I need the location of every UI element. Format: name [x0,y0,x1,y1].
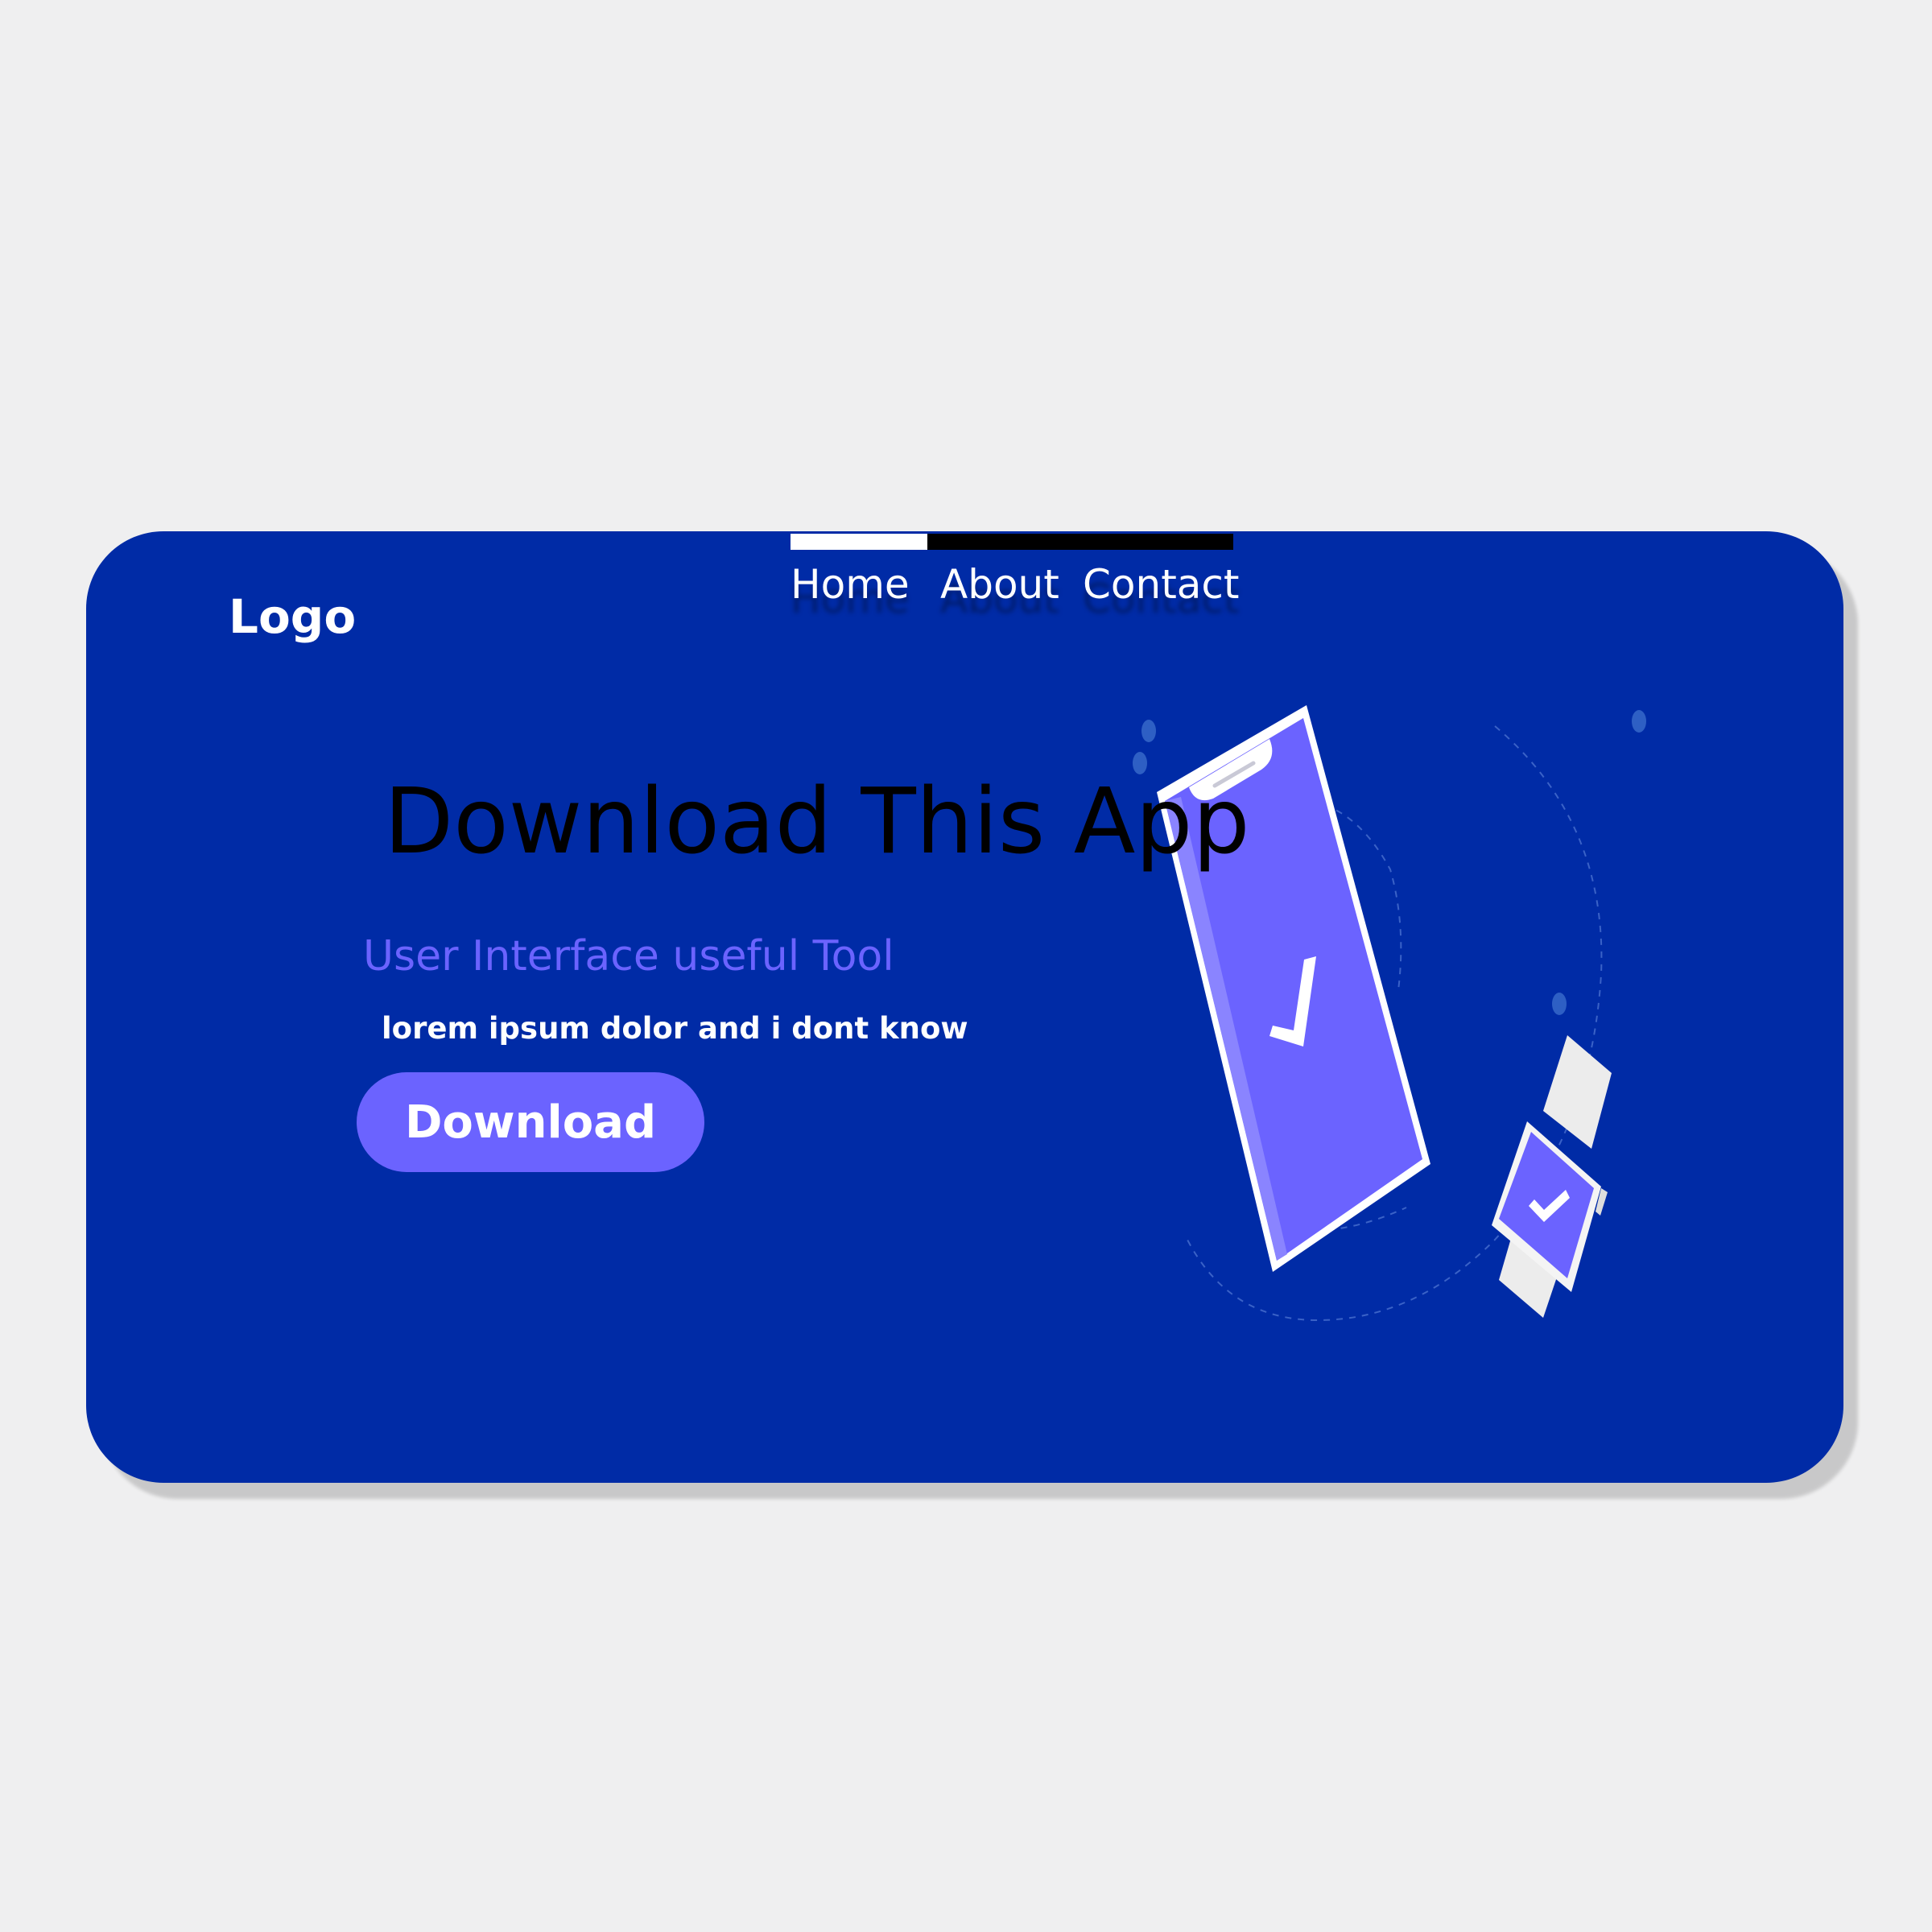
nav-active-indicator [791,534,927,550]
hero-description: lorem ipsum dolor and i dont know [382,1011,968,1046]
hero-card: Logo Home About Contact Download This Ap… [86,531,1843,1483]
nav-indicator-track [927,534,1233,550]
nav-item-about[interactable]: About [940,564,1059,605]
nav-item-contact[interactable]: Contact [1083,564,1240,605]
smartwatch-icon [1492,1035,1612,1318]
download-button[interactable]: Download [357,1072,704,1172]
nav-item-home[interactable]: Home [791,564,910,605]
logo[interactable]: Logo [229,593,356,640]
hero-title: Download This App [384,770,1250,874]
hero-subtitle: User Interface useful Tool [363,932,894,980]
